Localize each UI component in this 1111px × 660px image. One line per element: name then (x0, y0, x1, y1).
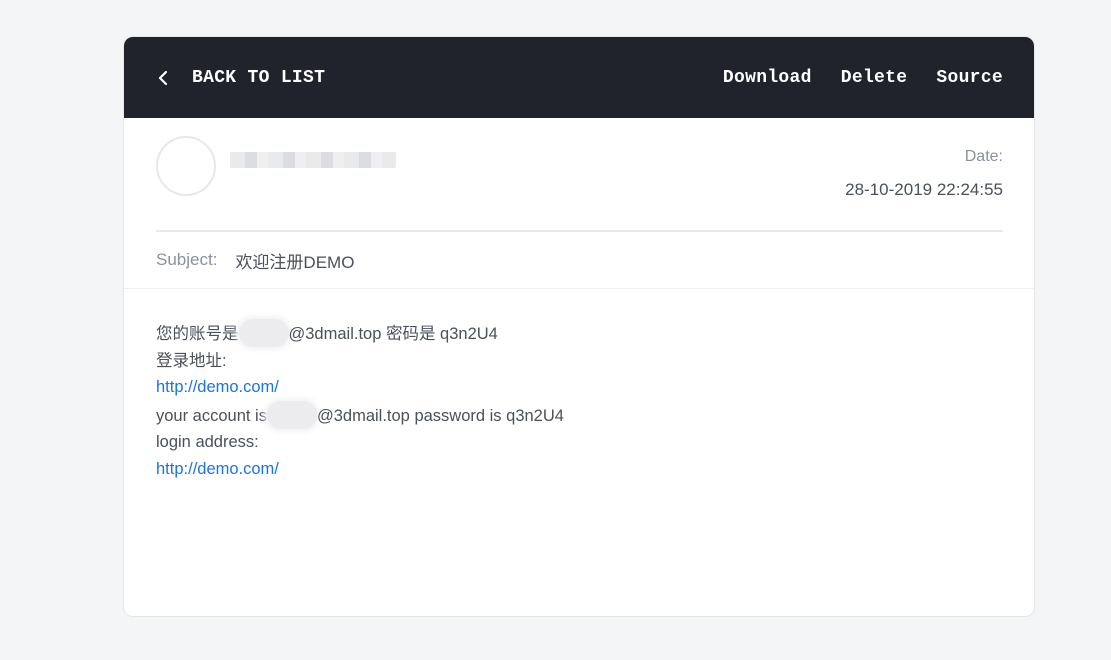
sender-section: Date: 28-10-2019 22:24:55 (156, 118, 1003, 232)
subject-value: 欢迎注册DEMO (235, 252, 355, 272)
body-line-account-cn: 您的账号是 @3dmail.top 密码是 q3n2U4 (156, 319, 1002, 348)
sender-name-redacted (230, 152, 396, 168)
back-to-list-label: BACK TO LIST (192, 67, 326, 88)
body-line-account-en: your account is @3dmail.top password is q… (156, 400, 1002, 430)
download-button[interactable]: Download (723, 68, 812, 88)
redacted-username (266, 400, 317, 429)
body-line-login-en: login address: (156, 433, 259, 451)
account-en-prefix: your account is (156, 406, 267, 425)
redacted-username (238, 319, 289, 347)
body-line-login-cn: 登录地址: (156, 351, 227, 370)
email-header-bar: BACK TO LIST Download Delete Source (124, 37, 1034, 118)
date-value: 28-10-2019 22:24:55 (845, 180, 1003, 199)
subject-label: Subject: (156, 250, 218, 269)
demo-link-2[interactable]: http://demo.com/ (156, 460, 279, 478)
avatar (156, 136, 216, 196)
header-actions: Download Delete Source (723, 37, 1003, 118)
account-cn-prefix: 您的账号是 (156, 325, 239, 343)
demo-link-1[interactable]: http://demo.com/ (156, 378, 279, 396)
account-en-suffix: @3dmail.top password is q3n2U4 (316, 406, 564, 425)
back-to-list-button[interactable]: BACK TO LIST (156, 37, 325, 118)
date-label: Date: (964, 148, 1003, 165)
source-button[interactable]: Source (936, 68, 1003, 88)
email-card: BACK TO LIST Download Delete Source Date… (123, 36, 1035, 617)
subject-row: Subject: 欢迎注册DEMO (124, 232, 1034, 289)
account-cn-suffix: @3dmail.top 密码是 q3n2U4 (288, 325, 498, 343)
message-body: 您的账号是 @3dmail.top 密码是 q3n2U4 登录地址: http:/… (124, 289, 1034, 482)
delete-button[interactable]: Delete (841, 68, 908, 88)
chevron-left-icon (158, 70, 168, 85)
